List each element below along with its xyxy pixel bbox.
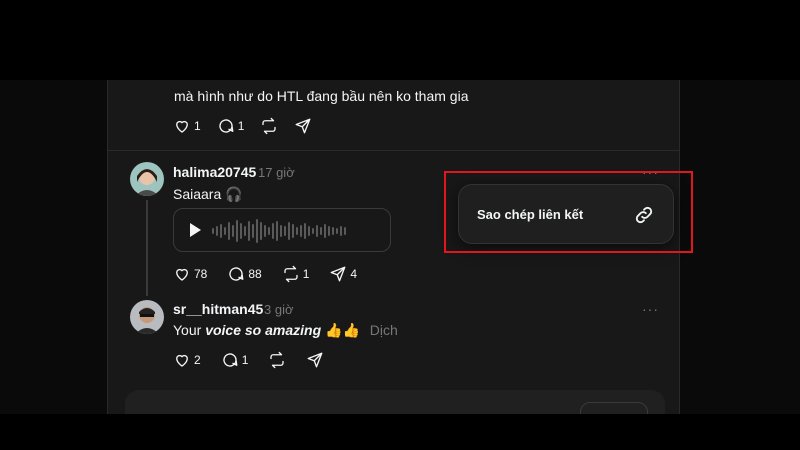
- letterbox-bottom: [0, 414, 800, 450]
- avatar-halima20745[interactable]: [130, 162, 164, 196]
- highlight-annotation: [444, 171, 693, 253]
- waveform-bar: [236, 220, 238, 242]
- like-button[interactable]: 1: [173, 117, 201, 135]
- like-button[interactable]: 2: [173, 351, 201, 369]
- waveform-bar: [268, 227, 270, 235]
- waveform-bar: [216, 226, 218, 236]
- waveform: [212, 217, 348, 245]
- like-button[interactable]: 78: [173, 265, 207, 283]
- reply-text-plain: Your: [173, 322, 202, 338]
- share-button[interactable]: 4: [329, 265, 357, 283]
- waveform-bar: [328, 226, 330, 236]
- waveform-bar: [244, 226, 246, 236]
- waveform-bar: [284, 226, 286, 236]
- waveform-bar: [292, 224, 294, 238]
- timestamp: 3 giờ: [264, 302, 294, 317]
- repost-icon: [262, 117, 277, 135]
- comment-button[interactable]: 1: [217, 117, 245, 135]
- repost-button[interactable]: 1: [282, 265, 310, 283]
- more-options-button[interactable]: ···: [642, 301, 659, 317]
- waveform-bar: [224, 227, 226, 235]
- waveform-bar: [240, 223, 242, 239]
- letterbox-top: [0, 0, 800, 80]
- waveform-bar: [248, 221, 250, 241]
- comment-count: 88: [248, 267, 262, 281]
- waveform-bar: [228, 222, 230, 240]
- thread-line: [146, 200, 148, 296]
- reply-actions: 78 88 1 4: [173, 264, 373, 284]
- waveform-bar: [340, 226, 342, 236]
- waveform-bar: [280, 225, 282, 237]
- post-text: mà hình như do HTL đang bầu nên ko tham …: [174, 88, 469, 104]
- waveform-bar: [252, 224, 254, 238]
- waveform-bar: [232, 225, 234, 237]
- waveform-bar: [276, 221, 278, 241]
- like-count: 78: [194, 267, 208, 281]
- waveform-bar: [212, 228, 214, 234]
- translate-button[interactable]: Dịch: [370, 322, 398, 338]
- like-count: 1: [194, 119, 201, 133]
- repost-count: 1: [302, 267, 310, 281]
- comment-icon: [219, 119, 234, 133]
- comment-icon: [223, 353, 238, 367]
- comment-icon: [229, 267, 244, 281]
- post-button[interactable]: [580, 402, 648, 414]
- waveform-bar: [320, 227, 322, 235]
- comment-button[interactable]: 88: [227, 265, 262, 283]
- waveform-bar: [332, 227, 334, 235]
- reply-composer[interactable]: [125, 390, 665, 414]
- reply-actions: 2 1: [173, 350, 340, 370]
- heart-icon: [176, 354, 188, 367]
- waveform-bar: [264, 225, 266, 237]
- waveform-bar: [300, 225, 302, 237]
- repost-icon: [284, 265, 298, 283]
- username[interactable]: sr__hitman45: [173, 301, 263, 317]
- like-count: 2: [194, 353, 201, 367]
- waveform-bar: [260, 222, 262, 240]
- waveform-bar: [220, 224, 222, 238]
- comment-button[interactable]: 1: [221, 351, 249, 369]
- repost-button[interactable]: [260, 117, 278, 135]
- waveform-bar: [312, 228, 314, 234]
- reply-emoji: 👍👍: [325, 322, 360, 338]
- timestamp: 17 giờ: [258, 165, 295, 180]
- waveform-bar: [336, 228, 338, 234]
- reply-text-bold: voice so amazing: [205, 322, 322, 338]
- waveform-bar: [324, 224, 326, 238]
- audio-player[interactable]: [173, 208, 391, 252]
- share-count: 4: [350, 267, 358, 281]
- send-icon: [307, 352, 323, 368]
- send-icon: [330, 266, 346, 282]
- comment-count: 1: [237, 119, 245, 133]
- repost-button[interactable]: [268, 351, 286, 369]
- waveform-bar: [288, 222, 290, 240]
- waveform-bar: [308, 226, 310, 236]
- repost-icon: [270, 351, 285, 369]
- post-actions: 1 1: [173, 116, 328, 136]
- username[interactable]: halima20745: [173, 164, 256, 180]
- waveform-bar: [272, 223, 274, 239]
- divider: [108, 150, 679, 151]
- send-icon: [295, 118, 311, 134]
- share-button[interactable]: [294, 117, 312, 135]
- waveform-bar: [316, 225, 318, 237]
- play-icon[interactable]: [190, 223, 201, 237]
- waveform-bar: [296, 227, 298, 235]
- share-button[interactable]: [306, 351, 324, 369]
- heart-icon: [176, 120, 188, 133]
- waveform-bar: [344, 227, 346, 235]
- waveform-bar: [304, 223, 306, 239]
- heart-icon: [176, 268, 188, 281]
- reply-text: Your voice so amazing 👍👍 Dịch: [173, 322, 398, 339]
- comment-count: 1: [241, 353, 249, 367]
- reply-text: Saiaara 🎧: [173, 186, 243, 202]
- threads-viewport: mà hình như do HTL đang bầu nên ko tham …: [0, 80, 800, 414]
- waveform-bar: [256, 219, 258, 243]
- avatar-sr-hitman45[interactable]: [130, 300, 164, 334]
